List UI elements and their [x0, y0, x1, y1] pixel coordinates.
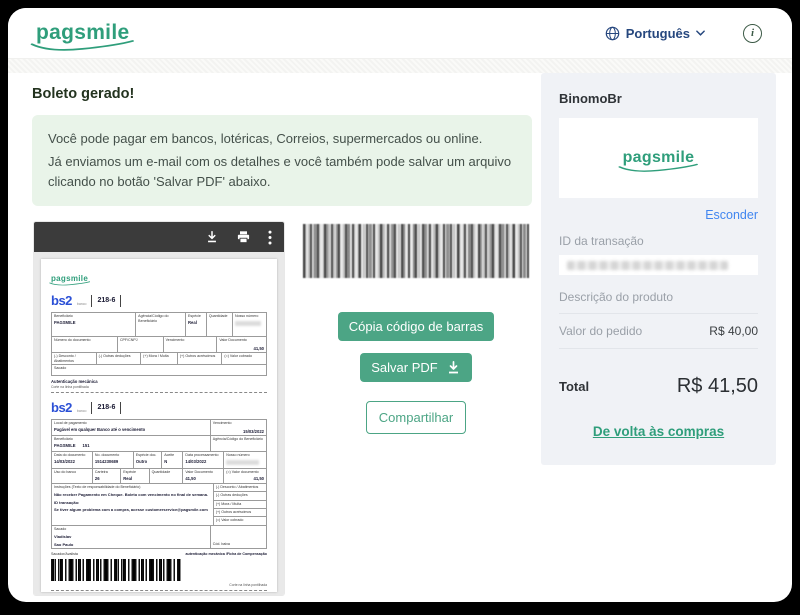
bank-code: 218-6	[97, 404, 115, 411]
transaction-id-value	[559, 255, 758, 275]
notice-line-1: Você pode pagar em bancos, lotéricas, Co…	[48, 129, 516, 149]
bank-separator	[120, 402, 121, 414]
boleto-pdf-preview: pagsmile bs2 banco 218-6 BeneficiárioPAG…	[34, 222, 284, 595]
cut-label-bottom: Corte na linha pontilhada	[51, 583, 267, 587]
save-pdf-label: Salvar PDF	[371, 360, 437, 375]
download-icon	[446, 360, 461, 375]
page-card: pagsmile Português i Boleto gerado! Você…	[8, 8, 792, 602]
pdf-print-icon[interactable]	[236, 230, 251, 244]
boleto-bank-row-2: bs2 banco 218-6	[51, 400, 267, 415]
dashed-cut-line	[51, 392, 267, 393]
bank-separator	[91, 295, 92, 307]
order-value-label: Valor do pedido	[559, 324, 642, 338]
language-label: Português	[626, 26, 690, 41]
content: Boleto gerado! Você pode pagar em bancos…	[8, 73, 792, 595]
sidebar-pagsmile-logo: pagsmile	[623, 149, 695, 167]
boleto-document: pagsmile bs2 banco 218-6 BeneficiárioPAG…	[41, 259, 277, 592]
header-controls: Português i	[605, 24, 762, 43]
info-icon: i	[751, 27, 754, 39]
bank-code: 218-6	[97, 297, 115, 304]
boleto-footer-row: Sacador/Avalista autenticação mecânica /…	[51, 552, 267, 556]
language-selector[interactable]: Português	[605, 26, 705, 41]
hide-link[interactable]: Esconder	[559, 208, 758, 222]
copy-barcode-button[interactable]: Cópia código de barras	[338, 312, 494, 341]
mechanical-auth-label: autenticação mecânica /Ficha de Compensa…	[186, 552, 268, 556]
header: pagsmile Português i	[8, 8, 792, 58]
chevron-down-icon	[696, 30, 705, 36]
globe-icon	[605, 26, 620, 41]
bank-separator	[91, 402, 92, 414]
boleto-logo-text: pagsmile	[51, 274, 88, 283]
header-divider	[8, 58, 792, 73]
boleto-table-2: Local de pagamentoPagável em qualquer Ba…	[51, 419, 267, 548]
pdf-download-icon[interactable]	[205, 230, 219, 244]
pdf-page-area: pagsmile bs2 banco 218-6 BeneficiárioPAG…	[34, 252, 284, 595]
cut-label: Corte na linha pontilhada	[51, 385, 267, 389]
notice-box: Você pode pagar em bancos, lotéricas, Co…	[32, 115, 532, 206]
boleto-barcode-image	[51, 559, 181, 581]
transaction-id-label: ID da transação	[559, 234, 758, 248]
bs2-logo: bs2	[51, 293, 72, 308]
pdf-more-icon[interactable]	[268, 230, 272, 245]
boleto-auth: Autenticação mecânica Corte na linha pon…	[51, 379, 267, 389]
merchant-logo-box: pagsmile	[559, 118, 758, 198]
order-summary-panel: BinomoBr pagsmile Esconder ID da transaç…	[541, 73, 776, 465]
pagsmile-logo-text: pagsmile	[36, 21, 129, 44]
total-value: R$ 41,50	[677, 375, 758, 398]
page-title: Boleto gerado!	[32, 86, 532, 102]
main-column: Boleto gerado! Você pode pagar em bancos…	[32, 73, 532, 595]
barcode-image	[303, 224, 529, 278]
order-value: R$ 40,00	[709, 324, 758, 338]
total-label: Total	[559, 379, 589, 394]
drawer-label: Sacador/Avalista	[51, 552, 78, 556]
sidebar-logo-text: pagsmile	[623, 149, 695, 166]
order-value-row: Valor do pedido R$ 40,00	[559, 314, 758, 349]
actions-column: Cópia código de barras Salvar PDF Compar…	[303, 222, 529, 595]
boleto-table-1: BeneficiárioPAGSMILEAgência/Código do Be…	[51, 312, 267, 376]
total-row: Total R$ 41,50	[559, 375, 758, 398]
merchant-name: BinomoBr	[559, 91, 758, 106]
boleto-pagsmile-logo: pagsmile	[51, 274, 88, 283]
bs2-logo: bs2	[51, 400, 72, 415]
share-button[interactable]: Compartilhar	[366, 401, 466, 434]
info-button[interactable]: i	[743, 24, 762, 43]
dashed-cut-line-bottom	[51, 590, 267, 591]
pagsmile-logo: pagsmile	[36, 21, 129, 45]
bank-separator	[120, 295, 121, 307]
transaction-id-redacted	[567, 261, 728, 270]
bs2-logo-sub: banco	[77, 409, 87, 413]
pdf-toolbar	[34, 222, 284, 252]
document-row: pagsmile bs2 banco 218-6 BeneficiárioPAG…	[32, 222, 532, 595]
bs2-logo-sub: banco	[77, 302, 87, 306]
boleto-bank-row: bs2 banco 218-6	[51, 293, 267, 308]
back-to-shopping-link[interactable]: De volta às compras	[559, 424, 758, 439]
notice-line-2: Já enviamos um e-mail com os detalhes e …	[48, 152, 516, 192]
auth-label: Autenticação mecânica	[51, 379, 267, 384]
product-description-label: Descrição do produto	[559, 290, 758, 314]
save-pdf-button[interactable]: Salvar PDF	[360, 353, 471, 382]
